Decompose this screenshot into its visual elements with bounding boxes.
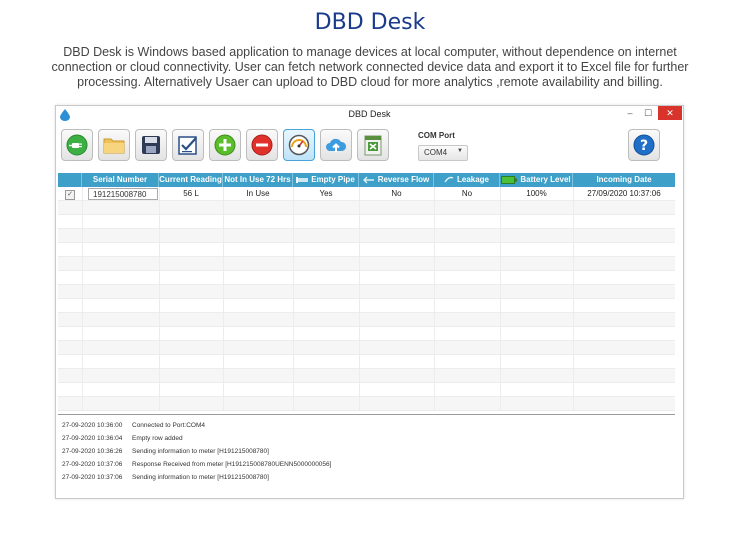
device-table: Serial Number Current Reading Not In Use… <box>58 173 675 411</box>
cell-not-in-use: In Use <box>246 189 270 198</box>
com-port-select[interactable]: COM4 ▼ <box>418 145 468 161</box>
export-excel-button[interactable] <box>357 129 389 161</box>
header-incoming-date[interactable]: Incoming Date <box>573 173 675 187</box>
empty-table-row <box>58 341 675 355</box>
header-battery-level-label: Battery Level <box>520 175 571 184</box>
log-message: Sending information to meter [H191215008… <box>132 448 269 455</box>
save-button[interactable] <box>135 129 167 161</box>
add-icon <box>214 134 236 156</box>
log-time: 27-09-2020 10:36:04 <box>62 435 123 442</box>
log-time: 27-09-2020 10:37:06 <box>62 474 123 481</box>
pipe-icon <box>296 176 309 183</box>
title-bar: DBD Desk – ☐ ✕ <box>56 106 683 124</box>
empty-table-row <box>58 271 675 285</box>
empty-table-row <box>58 327 675 341</box>
empty-table-row <box>58 243 675 257</box>
table-header: Serial Number Current Reading Not In Use… <box>58 173 675 187</box>
plug-icon <box>66 134 88 156</box>
empty-table-row <box>58 201 675 215</box>
header-empty-pipe[interactable]: Empty Pipe <box>293 173 359 187</box>
empty-table-row <box>58 383 675 397</box>
header-serial-number[interactable]: Serial Number <box>82 173 159 187</box>
empty-table-row <box>58 215 675 229</box>
excel-export-icon <box>364 135 382 156</box>
empty-table-row <box>58 313 675 327</box>
header-current-reading[interactable]: Current Reading <box>159 173 223 187</box>
column-divider <box>434 187 435 411</box>
empty-table-row <box>58 369 675 383</box>
column-divider <box>82 187 83 411</box>
column-divider <box>500 187 501 411</box>
column-divider <box>573 187 574 411</box>
header-battery-level[interactable]: Battery Level <box>500 173 573 187</box>
log-message: Sending information to meter [H191215008… <box>132 474 269 481</box>
gauge-icon <box>288 134 310 156</box>
empty-table-row <box>58 299 675 313</box>
remove-icon <box>251 134 273 156</box>
serial-number-input[interactable]: 191215008780 <box>88 188 158 200</box>
checklist-button[interactable] <box>172 129 204 161</box>
close-button[interactable]: ✕ <box>658 106 682 120</box>
empty-table-row <box>58 257 675 271</box>
cloud-upload-icon <box>326 138 347 152</box>
header-reverse-flow[interactable]: Reverse Flow <box>359 173 434 187</box>
read-meter-button[interactable] <box>283 129 315 161</box>
column-divider <box>223 187 224 411</box>
checklist-icon <box>178 136 197 155</box>
header-not-in-use[interactable]: Not In Use 72 Hrs <box>223 173 293 187</box>
empty-table-row <box>58 397 675 411</box>
header-select <box>58 173 82 187</box>
log-time: 27-09-2020 10:37:06 <box>62 461 123 468</box>
battery-icon <box>501 175 518 184</box>
svg-text:?: ? <box>640 138 648 154</box>
row-checkbox[interactable]: ✓ <box>65 190 75 200</box>
empty-table-row <box>58 285 675 299</box>
window-title: DBD Desk <box>348 109 391 119</box>
reverse-flow-icon <box>362 176 374 184</box>
maximize-button[interactable]: ☐ <box>640 106 656 120</box>
log-message: Empty row added <box>132 435 183 442</box>
remove-row-button[interactable] <box>246 129 278 161</box>
cell-battery-level: 100% <box>526 189 547 198</box>
add-row-button[interactable] <box>209 129 241 161</box>
page-description: DBD Desk is Windows based application to… <box>51 45 689 89</box>
com-port-value: COM4 <box>424 148 448 157</box>
cell-current-reading: 56 L <box>183 189 199 198</box>
header-leakage-label: Leakage <box>456 175 490 184</box>
log-time: 27-09-2020 10:36:00 <box>62 422 123 429</box>
cell-reverse-flow: No <box>391 189 402 198</box>
cell-incoming-date: 27/09/2020 10:37:06 <box>587 189 661 198</box>
log-message: Connected to Port:COM4 <box>132 422 205 429</box>
header-empty-pipe-label: Empty Pipe <box>311 175 355 184</box>
column-divider <box>359 187 360 411</box>
help-button[interactable]: ? <box>628 129 660 161</box>
log-panel: 27-09-2020 10:36:00 Connected to Port:CO… <box>58 414 675 495</box>
empty-table-row <box>58 355 675 369</box>
header-leakage[interactable]: Leakage <box>434 173 500 187</box>
cloud-upload-button[interactable] <box>320 129 352 161</box>
toolbar: COM Port COM4 ▼ ? <box>56 124 683 169</box>
log-time: 27-09-2020 10:36:26 <box>62 448 123 455</box>
chevron-down-icon: ▼ <box>457 148 463 154</box>
empty-table-row <box>58 229 675 243</box>
page-title: DBD Desk <box>314 10 426 35</box>
column-divider <box>293 187 294 411</box>
leak-icon <box>444 176 454 183</box>
minimize-button[interactable]: – <box>622 106 638 120</box>
folder-icon <box>103 138 125 154</box>
column-divider <box>159 187 160 411</box>
open-folder-button[interactable] <box>98 129 130 161</box>
save-icon <box>142 136 160 154</box>
cell-empty-pipe: Yes <box>319 189 333 198</box>
log-message: Response Received from meter [H191215008… <box>132 461 332 468</box>
help-icon: ? <box>633 134 655 156</box>
cell-leakage: No <box>461 189 473 198</box>
table-row[interactable]: ✓ 191215008780 56 L In Use Yes No No 100… <box>58 187 675 201</box>
connect-button[interactable] <box>61 129 93 161</box>
com-port-label: COM Port <box>418 131 455 140</box>
app-window: DBD Desk – ☐ ✕ COM Port COM4 ▼ ? Serial … <box>55 105 684 499</box>
header-reverse-flow-label: Reverse Flow <box>377 175 430 184</box>
